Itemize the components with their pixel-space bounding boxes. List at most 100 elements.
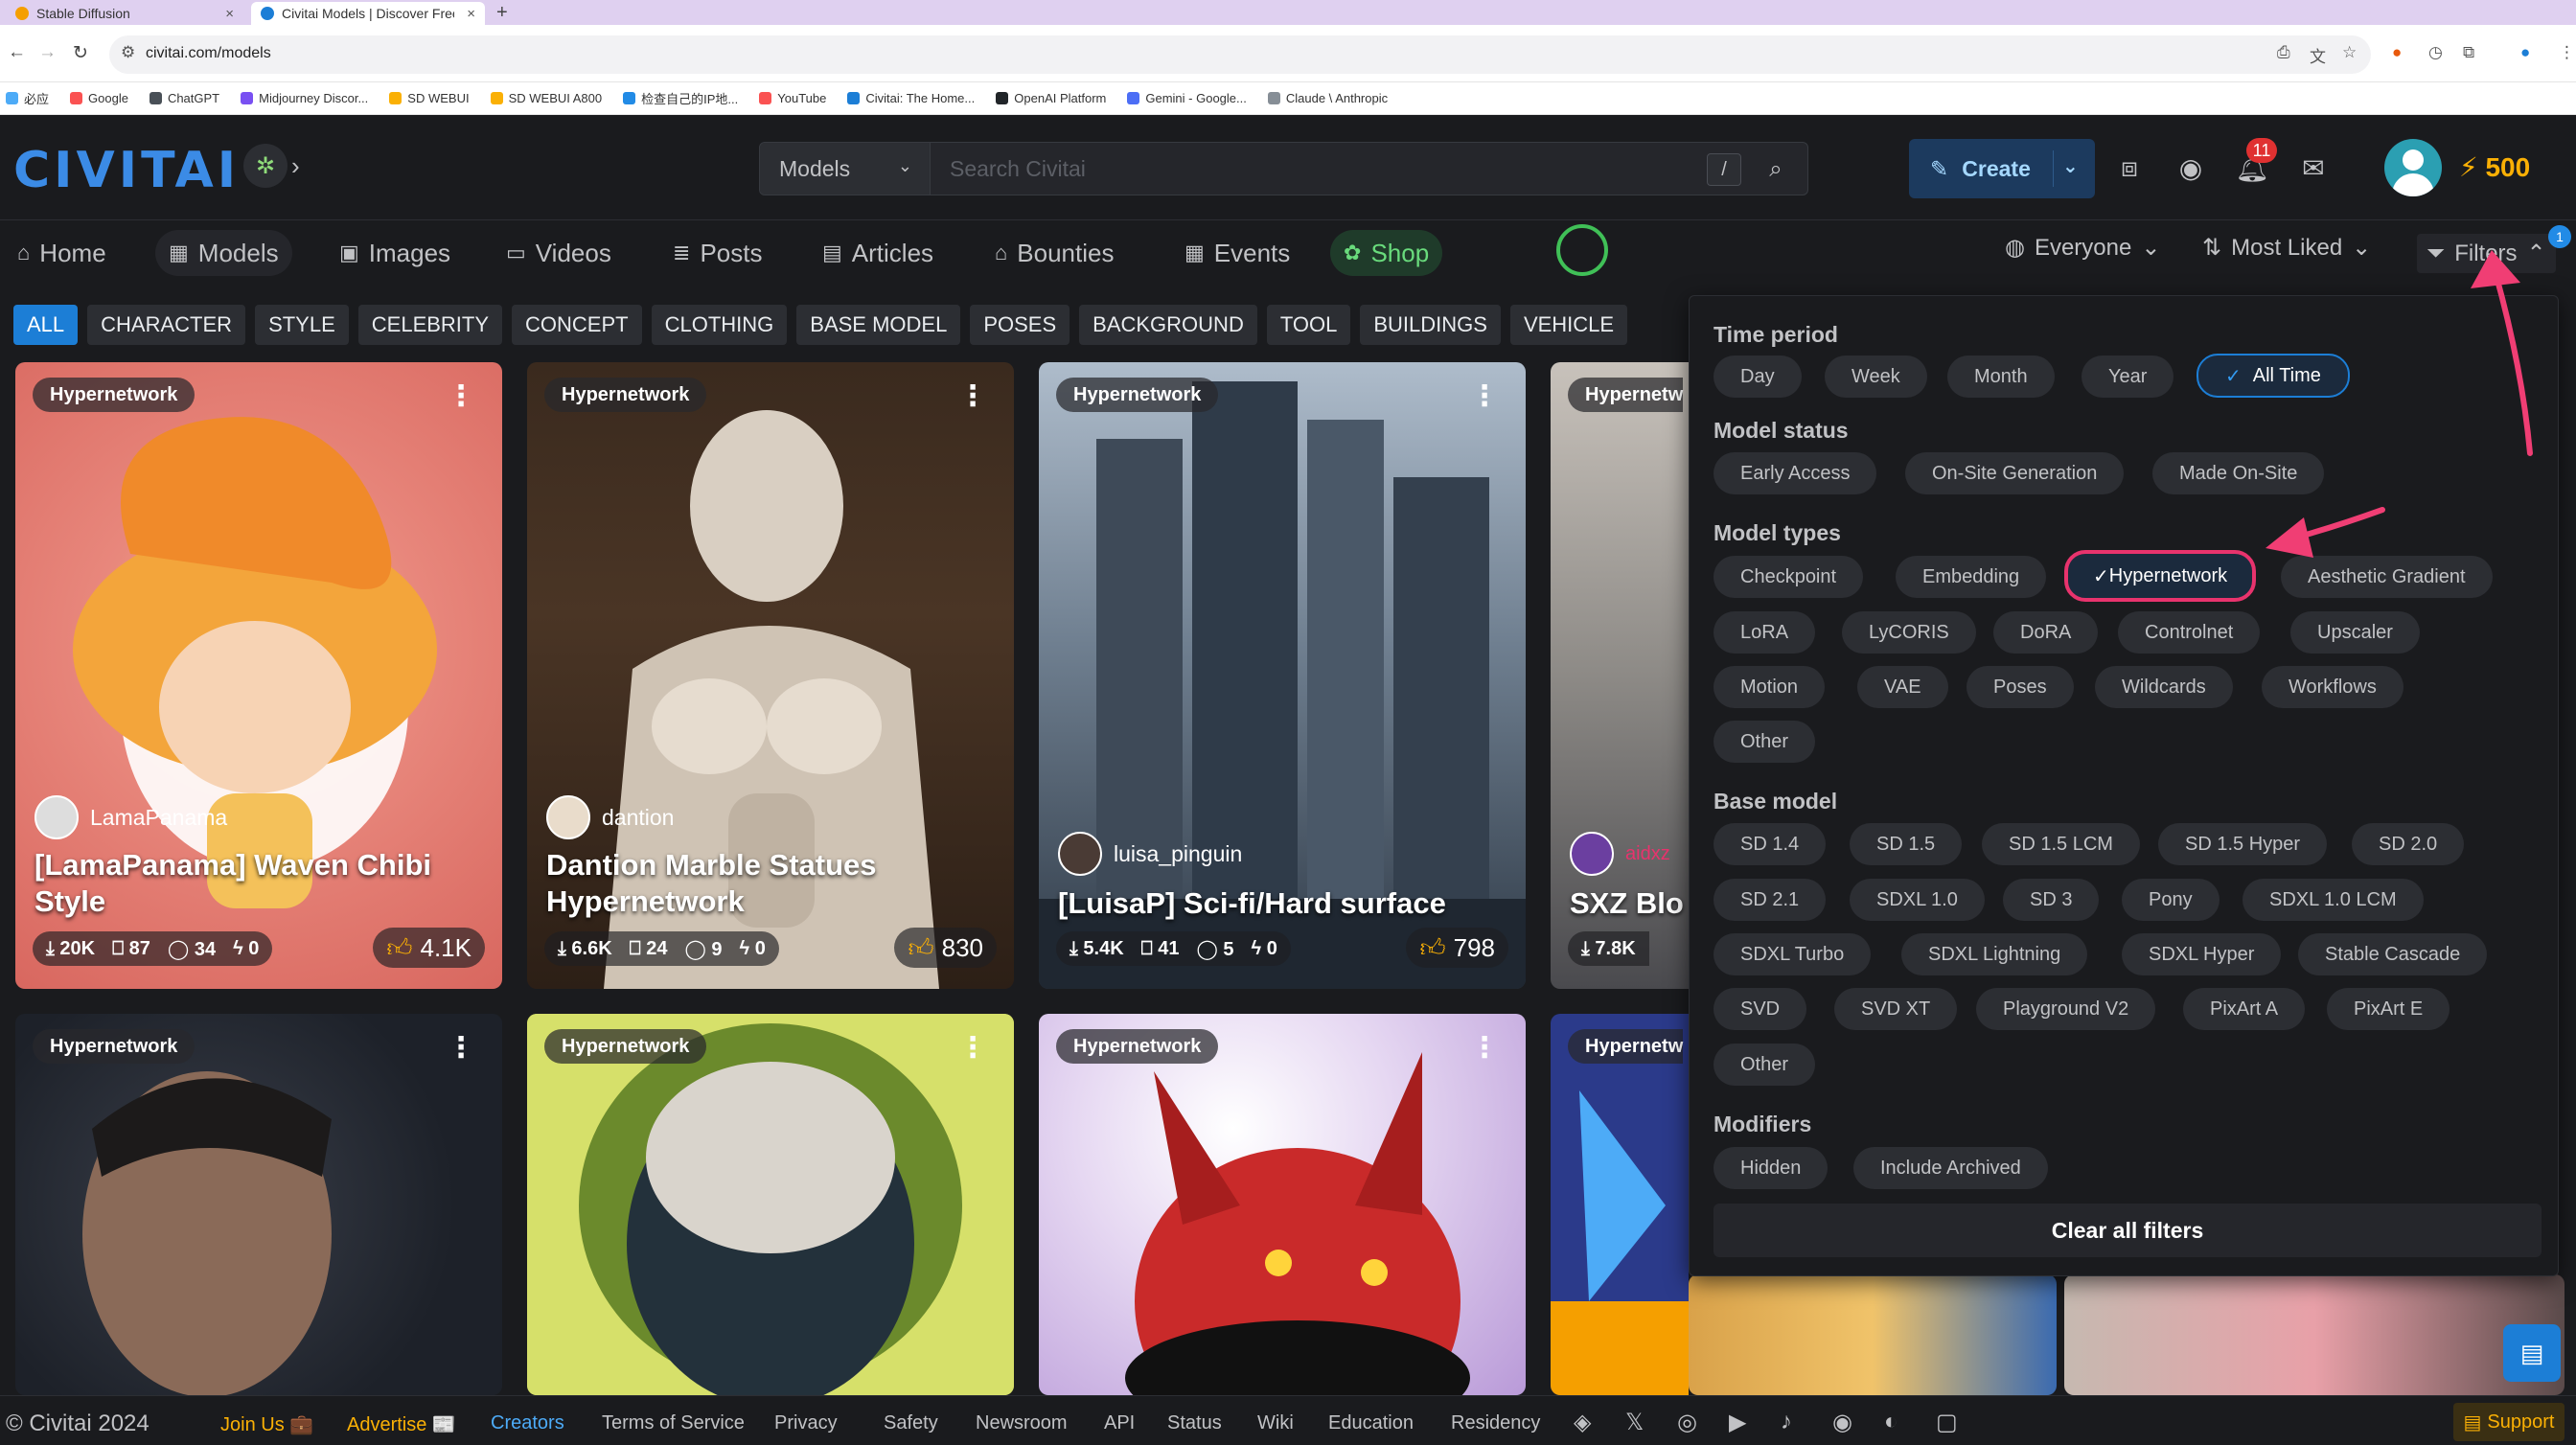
filter-chip-checkpoint[interactable]: Checkpoint (1714, 556, 1864, 598)
bookmark[interactable]: Gemini - Google... (1127, 91, 1247, 105)
footer-link-privacy[interactable]: Privacy (774, 1412, 838, 1434)
twitch-icon[interactable]: ▢ (1936, 1409, 1958, 1436)
category-chip[interactable]: CELEBRITY (357, 305, 503, 345)
model-card[interactable]: Hypernetwork ⋮ (15, 1014, 502, 1395)
more-options-icon[interactable]: ⋮ (1470, 379, 1499, 413)
search-icon[interactable]: ⌕ (1755, 150, 1797, 189)
filter-chip-pixart-a[interactable]: PixArt A (2183, 988, 2306, 1030)
tab-close-icon[interactable]: × (225, 6, 234, 22)
filter-chip-sdxl-1-0[interactable]: SDXL 1.0 (1850, 879, 1985, 921)
creator[interactable]: dantion (546, 795, 674, 839)
search-scope-select[interactable]: Models ⌄ (760, 143, 931, 195)
filter-chip-hidden[interactable]: Hidden (1714, 1147, 1828, 1189)
bookmark[interactable]: SD WEBUI (389, 91, 470, 105)
more-options-icon[interactable]: ⋮ (958, 1031, 987, 1065)
sort-select[interactable]: ⇅ Most Liked ⌄ (2202, 234, 2371, 262)
category-chip[interactable]: BASE MODEL (796, 305, 961, 345)
bookmark-star-icon[interactable]: ☆ (2342, 43, 2357, 62)
model-card[interactable]: Hypernetw (1551, 1014, 1689, 1395)
filter-chip-sdxl-turbo[interactable]: SDXL Turbo (1714, 933, 1872, 975)
card-title[interactable]: SXZ Blo (1570, 885, 1689, 922)
filters-button[interactable]: ⏷ Filters ⌃ (2417, 234, 2556, 273)
filter-chip-aesthetic-gradient[interactable]: Aesthetic Gradient (2281, 556, 2493, 598)
history-icon[interactable]: ◷ (2428, 43, 2443, 62)
nav-models[interactable]: ▦ Models (155, 230, 292, 276)
filter-chip-upscaler[interactable]: Upscaler (2290, 611, 2420, 654)
brand-switcher-icon[interactable]: ✲ (243, 144, 288, 188)
model-card[interactable]: Hypernetwork ⋮ luisa_pinguin [LuisaP] Sc… (1039, 362, 1526, 989)
category-chip[interactable]: STYLE (255, 305, 349, 345)
clear-all-filters-button[interactable]: Clear all filters (1714, 1204, 2542, 1257)
filter-chip-early-access[interactable]: Early Access (1714, 452, 1877, 494)
filter-chip-embedding[interactable]: Embedding (1896, 556, 2047, 598)
filter-chip-year[interactable]: Year (2082, 356, 2174, 398)
bookmark[interactable]: 检查自己的IP地... (623, 89, 738, 107)
audience-select[interactable]: ◍ Everyone ⌄ (2005, 234, 2160, 262)
filter-chip-sdxl-lightning[interactable]: SDXL Lightning (1901, 933, 2088, 975)
filter-chip-sd-1-5[interactable]: SD 1.5 (1850, 823, 1963, 865)
bookmark[interactable]: Civitai: The Home... (847, 91, 975, 105)
forward-icon[interactable]: → (38, 42, 57, 63)
filter-chip-sdxl-1-0-lcm[interactable]: SDXL 1.0 LCM (2242, 879, 2424, 921)
site-info-icon[interactable]: ⚙ (121, 43, 135, 62)
filter-chip-other-base[interactable]: Other (1714, 1044, 1816, 1086)
filter-chip-motion[interactable]: Motion (1714, 666, 1826, 708)
category-chip[interactable]: CLOTHING (651, 305, 788, 345)
footer-link-newsroom[interactable]: Newsroom (976, 1412, 1068, 1434)
filter-chip-week[interactable]: Week (1825, 356, 1927, 398)
filter-chip-sd-2-1[interactable]: SD 2.1 (1714, 879, 1827, 921)
nav-home[interactable]: ⌂ Home (4, 230, 120, 276)
nav-shop[interactable]: ✿ Shop (1330, 230, 1443, 276)
model-card[interactable] (1689, 1274, 2057, 1395)
chat-bubble-icon[interactable]: ▤ (2503, 1324, 2561, 1382)
like-count[interactable]: 👍︎ 798 (1406, 928, 1508, 968)
bookmark[interactable]: YouTube (759, 91, 826, 105)
github-icon[interactable]: ◐ (1884, 1409, 1898, 1435)
footer-link-creators[interactable]: Creators (491, 1412, 564, 1434)
x-icon[interactable]: 𝕏 (1625, 1409, 1644, 1436)
filter-chip-sd-1-4[interactable]: SD 1.4 (1714, 823, 1827, 865)
nav-articles[interactable]: ▤ Articles (809, 230, 947, 276)
profile-icon[interactable]: ● (2520, 43, 2530, 62)
filter-chip-svd[interactable]: SVD (1714, 988, 1807, 1030)
footer-link-wiki[interactable]: Wiki (1257, 1412, 1294, 1434)
like-count[interactable]: 👍︎ 830 (894, 928, 997, 968)
filter-chip-wildcards[interactable]: Wildcards (2095, 666, 2233, 708)
filter-chip-poses[interactable]: Poses (1966, 666, 2074, 708)
nav-events[interactable]: ▦ Events (1171, 230, 1303, 276)
filter-chip-playground-v2[interactable]: Playground V2 (1976, 988, 2156, 1030)
discord-icon[interactable]: ◈ (1574, 1409, 1591, 1436)
extension-icon[interactable]: ● (2392, 43, 2402, 62)
category-chip[interactable]: VEHICLE (1509, 305, 1628, 345)
creator[interactable]: LamaPanama (34, 795, 227, 839)
model-card[interactable]: Hypernetwork ⋮ (1039, 1014, 1526, 1395)
filter-chip-sd-2-0[interactable]: SD 2.0 (2352, 823, 2465, 865)
buzz-balance[interactable]: ⚡ 500 (2459, 151, 2530, 183)
card-title[interactable]: [LamaPanama] Waven Chibi Style (34, 847, 487, 920)
chevron-down-icon[interactable]: ⌄ (2062, 154, 2079, 178)
extensions-icon[interactable]: ⧉ (2463, 43, 2474, 62)
instagram-icon[interactable]: ◎ (1677, 1409, 1697, 1436)
search-input[interactable]: Search Civitai (950, 156, 1086, 182)
category-chip[interactable]: CONCEPT (512, 305, 642, 345)
more-options-icon[interactable]: ⋮ (1470, 1031, 1499, 1065)
url-field[interactable] (109, 35, 2371, 74)
bookmark[interactable]: Google (70, 91, 128, 105)
bookmark[interactable]: 必应 (6, 89, 49, 107)
filter-chip-other[interactable]: Other (1714, 721, 1816, 763)
category-chip[interactable]: CHARACTER (87, 305, 246, 345)
card-title[interactable]: [LuisaP] Sci-fi/Hard surface (1058, 885, 1510, 922)
support-button[interactable]: ▤ Support (2453, 1403, 2564, 1441)
filter-chip-dora[interactable]: DoRA (1993, 611, 2099, 654)
category-chip[interactable]: BACKGROUND (1079, 305, 1257, 345)
filter-chip-workflows[interactable]: Workflows (2262, 666, 2404, 708)
footer-link-status[interactable]: Status (1167, 1412, 1222, 1434)
footer-link-safety[interactable]: Safety (884, 1412, 938, 1434)
chevron-right-icon[interactable]: › (291, 151, 300, 181)
category-chip[interactable]: POSES (970, 305, 1070, 345)
filter-chip-lycoris[interactable]: LyCORIS (1842, 611, 1976, 654)
eye-icon[interactable]: ◉ (2172, 149, 2210, 187)
reddit-icon[interactable]: ◉ (1832, 1409, 1852, 1436)
civitai-logo[interactable]: CIVITAI (13, 142, 240, 199)
filter-chip-include-archived[interactable]: Include Archived (1853, 1147, 2048, 1189)
